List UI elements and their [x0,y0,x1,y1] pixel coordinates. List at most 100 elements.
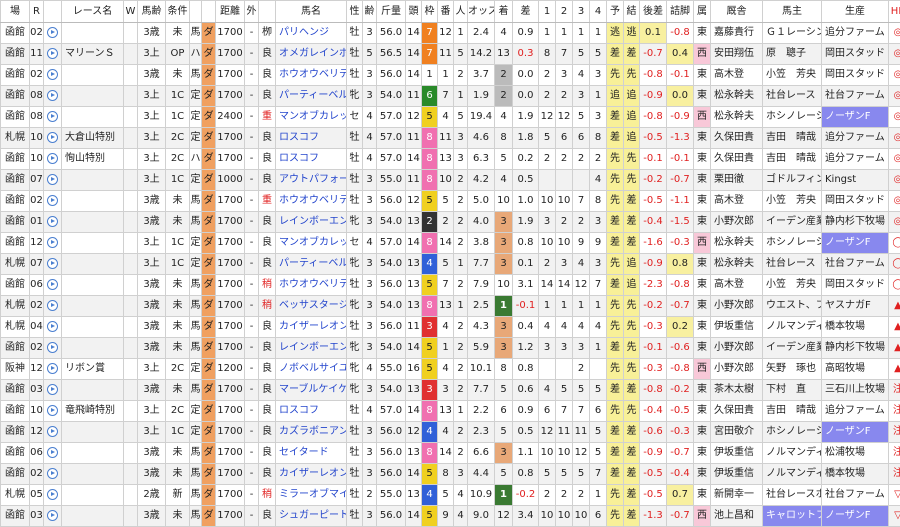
cell-video[interactable] [44,380,62,401]
cell-race-name[interactable]: 恂山特別 [62,149,124,170]
table-row[interactable]: 函館013歳未馬ダ1700-良レインボーエンゼル牝354.0132224.031… [1,212,900,233]
cell-horse-name[interactable]: レインボーエンゼル [276,212,347,233]
cell-video[interactable] [44,44,62,65]
header-pos4[interactable]: 4 [590,1,607,23]
table-row[interactable]: 函館083上1C定ダ1700-良パーティーベル牝354.0116711.920.… [1,86,900,107]
header-sex[interactable]: 性 [347,1,363,23]
cell-video[interactable] [44,212,62,233]
cell-video[interactable] [44,443,62,464]
header-track[interactable] [259,1,276,23]
header-finish[interactable]: 着 [495,1,513,23]
video-play-icon[interactable] [47,195,58,206]
cell-horse-name[interactable]: シュガーピート [276,506,347,527]
header-number[interactable]: 番 [438,1,454,23]
table-row[interactable]: 函館123上1C定ダ1700-良マンオブカレッジセ457.01481423.83… [1,233,900,254]
video-play-icon[interactable] [47,216,58,227]
cell-video[interactable] [44,149,62,170]
cell-horse-name[interactable]: ロスコフ [276,128,347,149]
video-play-icon[interactable] [47,174,58,185]
cell-video[interactable] [44,86,62,107]
cell-race-name[interactable] [62,317,124,338]
cell-race-name[interactable] [62,86,124,107]
cell-race-name[interactable] [62,254,124,275]
video-play-icon[interactable] [47,48,58,59]
header-outer[interactable]: 外 [245,1,259,23]
video-play-icon[interactable] [47,447,58,458]
table-row[interactable]: 函館023歳未馬ダ1700-良カイザーレオン牡356.0145834.450.8… [1,464,900,485]
cell-horse-name[interactable]: レインボーエンゼル [276,338,347,359]
header-pos2[interactable]: 2 [556,1,573,23]
header-odds[interactable]: オッズ [468,1,495,23]
table-row[interactable]: 函館023歳未馬ダ1700-良レインボーエンゼル牝354.0145125.931… [1,338,900,359]
cell-video[interactable] [44,107,62,128]
table-row[interactable]: 函館023歳未馬ダ1700-重ホウオウベリテ牡356.0125525.0101.… [1,191,900,212]
header-weight[interactable]: 斤量 [377,1,406,23]
cell-horse-name[interactable]: パーティーベル [276,86,347,107]
header-age-class[interactable]: 馬齢 [138,1,166,23]
table-row[interactable]: 函館063歳未馬ダ1700-良セイタード牡356.01381426.631.11… [1,443,900,464]
cell-video[interactable] [44,296,62,317]
cell-race-name[interactable]: 大倉山特別 [62,128,124,149]
video-play-icon[interactable] [47,90,58,101]
table-row[interactable]: 札幌073上1C定ダ1700-良パーティーベル牝354.0134517.730.… [1,254,900,275]
cell-race-name[interactable] [62,233,124,254]
cell-horse-name[interactable]: セイタード [276,443,347,464]
cell-race-name[interactable] [62,464,124,485]
cell-race-name[interactable] [62,338,124,359]
header-owner[interactable]: 馬主 [763,1,822,23]
cell-horse-name[interactable]: カズラボニアン [276,422,347,443]
video-play-icon[interactable] [47,132,58,143]
cell-video[interactable] [44,317,62,338]
cell-horse-name[interactable]: ホウオウベリテ [276,275,347,296]
video-play-icon[interactable] [47,405,58,416]
table-row[interactable]: 札幌052歳新馬ダ1700-稍ミラーオブマインド牡255.01345410.91… [1,485,900,506]
header-distance[interactable]: 距離 [216,1,245,23]
table-row[interactable]: 札幌023歳未馬ダ1700-稍ベッサスタージル牝354.01381312.51-… [1,296,900,317]
table-row[interactable]: 函館063歳未馬ダ1700-稍ホウオウベリテ牡356.0135727.9103.… [1,275,900,296]
cell-horse-name[interactable]: ロスコフ [276,149,347,170]
table-row[interactable]: 函館023歳未馬ダ1700-栁パリヘンジ牡356.01471212.440.91… [1,23,900,44]
video-play-icon[interactable] [47,384,58,395]
header-result-style[interactable]: 結 [624,1,640,23]
cell-video[interactable] [44,254,62,275]
header-venue[interactable]: 場 [1,1,30,23]
cell-video[interactable] [44,65,62,86]
video-play-icon[interactable] [47,27,58,38]
header-field-size[interactable]: 頭 [406,1,422,23]
table-row[interactable]: 函館073上1C定ダ1000-良アウトパフォーム牡355.01181024.24… [1,170,900,191]
header-predicted[interactable]: 予 [607,1,624,23]
header-pos3[interactable]: 3 [573,1,590,23]
table-row[interactable]: 阪神12リボン賞3上2C定ダ1200-良ノボベルサイユ牝455.01654210… [1,359,900,380]
header-late-diff[interactable]: 後差 [640,1,667,23]
cell-race-name[interactable] [62,506,124,527]
header-popularity[interactable]: 人 [454,1,468,23]
header-weather[interactable]: W [124,1,138,23]
header-race-name[interactable]: レース名 [62,1,124,23]
video-play-icon[interactable] [47,258,58,269]
cell-race-name[interactable] [62,275,124,296]
video-play-icon[interactable] [47,69,58,80]
cell-horse-name[interactable]: マーブルケイケー [276,380,347,401]
table-row[interactable]: 函館033歳未馬ダ1700-良マーブルケイケー牝354.0133327.750.… [1,380,900,401]
header-gate[interactable]: 枠 [422,1,438,23]
cell-horse-name[interactable]: ミラーオブマインド [276,485,347,506]
header-handicap[interactable] [190,1,202,23]
cell-horse-name[interactable]: ロスコフ [276,401,347,422]
header-video[interactable] [44,1,62,23]
table-row[interactable]: 函館033歳未馬ダ1700-良シュガーピート牡356.0145949.0123.… [1,506,900,527]
video-play-icon[interactable] [47,426,58,437]
cell-race-name[interactable] [62,485,124,506]
header-hb-mark[interactable]: HB [889,1,900,23]
header-grade[interactable]: 条件 [166,1,190,23]
table-row[interactable]: 札幌10大倉山特別3上2C定ダ1700-良ロスコフ牡457.01181134.6… [1,128,900,149]
header-affil[interactable]: 属 [694,1,711,23]
table-row[interactable]: 札幌043歳未馬ダ1700-良カイザーレオン牡356.0113424.330.4… [1,317,900,338]
cell-video[interactable] [44,338,62,359]
cell-video[interactable] [44,422,62,443]
cell-race-name[interactable] [62,380,124,401]
header-race-no[interactable]: R [30,1,44,23]
cell-horse-name[interactable]: ベッサスタージル [276,296,347,317]
cell-horse-name[interactable]: パーティーベル [276,254,347,275]
header-surface[interactable] [202,1,216,23]
video-play-icon[interactable] [47,489,58,500]
